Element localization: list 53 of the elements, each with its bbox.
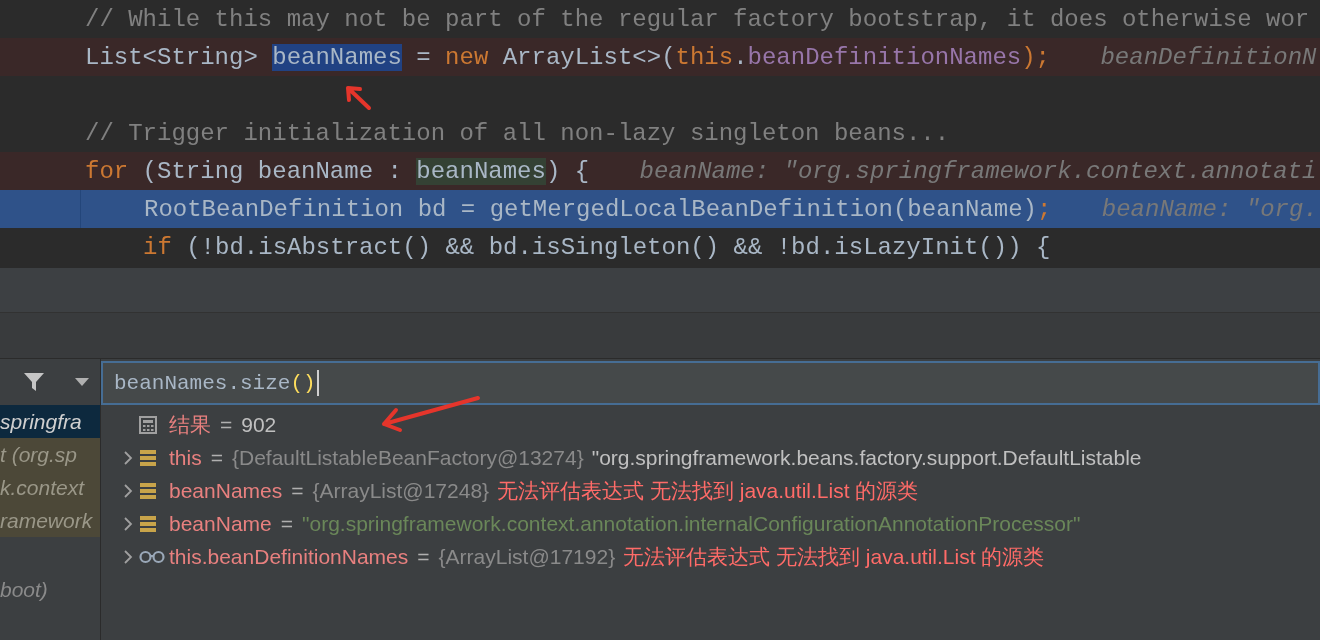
- equals-sign: =: [210, 445, 223, 470]
- equals-sign: =: [417, 544, 430, 569]
- calculator-icon: [139, 415, 157, 434]
- equals-sign: =: [220, 412, 233, 437]
- code-text: =: [415, 43, 432, 71]
- variable-name: this: [169, 445, 202, 470]
- stack-frame[interactable]: boot): [0, 573, 100, 606]
- glasses-icon: [139, 549, 165, 564]
- field-icon: [139, 514, 157, 533]
- code-text: );: [1021, 43, 1050, 71]
- stack-frame[interactable]: ramework: [0, 504, 100, 537]
- stack-frame[interactable]: springfra: [0, 405, 100, 438]
- code-text: ) {: [545, 157, 590, 185]
- stack-frame[interactable]: t (org.sp: [0, 438, 100, 471]
- variable-value: 无法评估表达式 无法找到 java.util.List 的源类: [623, 543, 1045, 570]
- code-text: for: [85, 157, 129, 185]
- field-icon: [139, 448, 157, 467]
- code-comment: // While this may not be part of the regular factory bootstrap, it does otherwise wor: [85, 5, 1310, 33]
- variable-value: 902: [241, 412, 277, 437]
- code-text: .: [733, 43, 748, 71]
- variable-value: {DefaultListableBeanFactory@13274}: [231, 445, 584, 470]
- variable-value: "org.springframework.beans.factory.support.DefaultListable: [591, 445, 1142, 470]
- expression-field[interactable]: beanNames.size(): [101, 361, 1320, 405]
- selected-code: beanNames: [272, 43, 402, 71]
- code-text: this: [675, 43, 734, 71]
- code-text: if: [143, 233, 172, 261]
- variable-value: {ArrayList@17192}: [438, 544, 616, 569]
- code-text: (String beanName :: [141, 157, 403, 185]
- code-text: ArrayList<>(: [501, 43, 676, 71]
- variable-name: beanName: [169, 511, 272, 536]
- variable-name: this.beanDefinitionNames: [169, 544, 409, 569]
- inline-value-hint: beanName: "org.: [1101, 195, 1318, 223]
- highlighted-code: beanNames: [416, 157, 546, 185]
- dropdown-caret-icon[interactable]: [75, 378, 89, 386]
- variable-name: beanNames: [169, 478, 283, 503]
- equals-sign: =: [280, 511, 293, 536]
- code-text: ;: [1036, 195, 1052, 223]
- inline-value-hint: beanDefinitionN: [1100, 43, 1317, 71]
- variable-name: 结果: [169, 411, 211, 438]
- code-text: RootBeanDefinition bd = getMergedLocalBeanDefinition(beanName): [144, 195, 1037, 223]
- inline-value-hint: beanName: "org.springframework.context.annotati: [639, 157, 1317, 185]
- code-text: (!bd.isAbstract() && bd.isSingleton() && !bd.isLazyInit()) {: [185, 233, 1051, 261]
- code-text: beanDefinitionNames: [747, 43, 1022, 71]
- variable-value: "org.springframework.context.annotation.internalConfigurationAnnotationProcessor": [302, 511, 1081, 536]
- stack-frame[interactable]: k.context: [0, 471, 100, 504]
- variable-value: {ArrayList@17248}: [312, 478, 490, 503]
- equals-sign: =: [291, 478, 304, 503]
- code-text: List<String>: [85, 43, 259, 71]
- field-icon: [139, 481, 157, 500]
- variable-value: 无法评估表达式 无法找到 java.util.List 的源类: [497, 477, 919, 504]
- code-text: new: [445, 43, 489, 71]
- filter-icon[interactable]: [23, 371, 45, 393]
- code-comment: // Trigger initialization of all non-lazy singleton beans...: [85, 119, 950, 147]
